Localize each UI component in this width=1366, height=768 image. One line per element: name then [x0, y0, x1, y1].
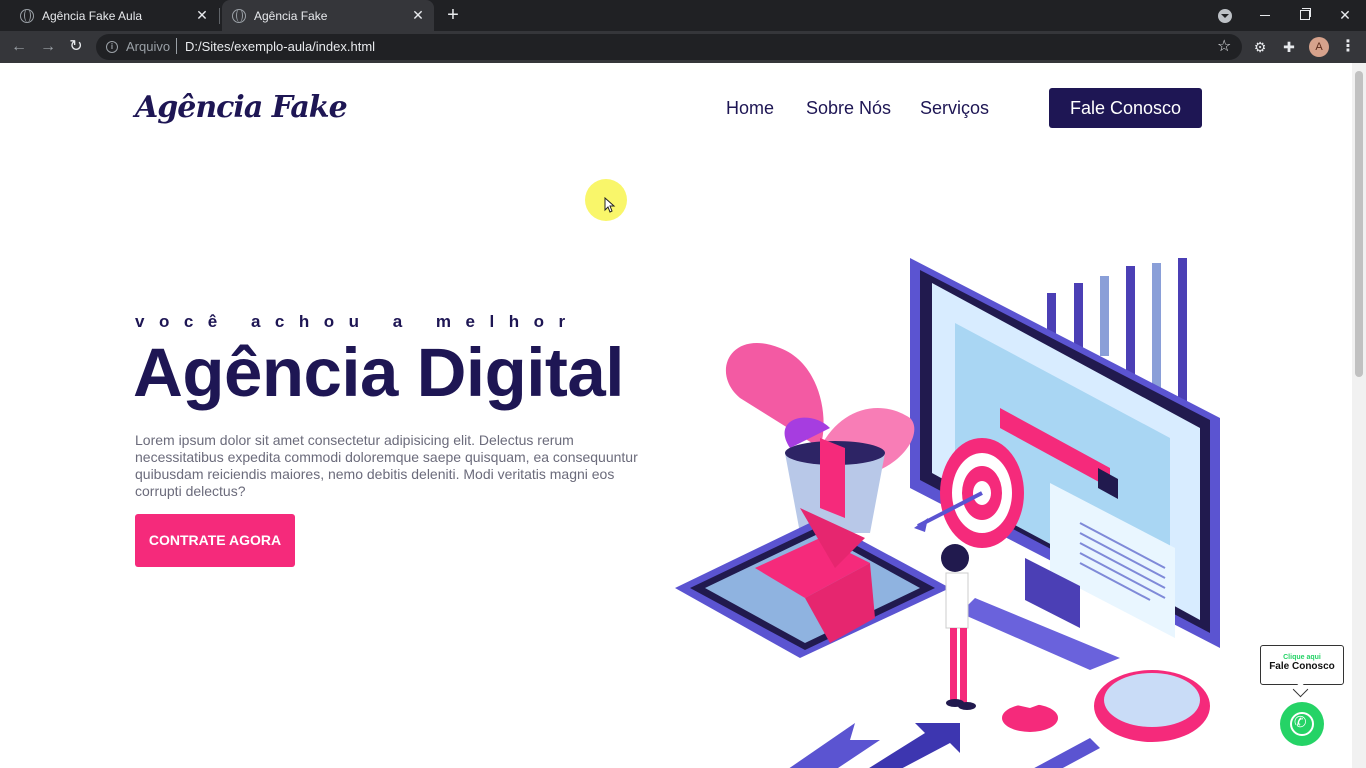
extension-gear-icon[interactable]: ⚙: [1252, 39, 1268, 55]
tab-agencia-fake-aula[interactable]: Agência Fake Aula ✕: [8, 0, 218, 31]
close-icon[interactable]: ✕: [194, 7, 210, 23]
new-tab-button[interactable]: +: [444, 4, 462, 26]
tab-title: Agência Fake: [254, 8, 328, 23]
forward-button[interactable]: →: [36, 35, 60, 59]
bookmark-star-icon[interactable]: ☆: [1217, 37, 1231, 57]
address-scheme: Arquivo: [126, 39, 171, 54]
hero-title: Agência Digital: [133, 334, 624, 411]
whatsapp-tooltip-label: Fale Conosco: [1269, 661, 1335, 672]
tab-title: Agência Fake Aula: [42, 8, 143, 23]
address-bar[interactable]: i Arquivo D:/Sites/exemplo-aula/index.ht…: [96, 34, 1242, 60]
digital-marketing-illustration: [675, 258, 1220, 768]
tab-agencia-fake[interactable]: Agência Fake ✕: [222, 0, 434, 31]
nav-link-home[interactable]: Home: [726, 98, 774, 119]
page-scrollbar[interactable]: [1352, 63, 1366, 768]
info-icon[interactable]: i: [106, 41, 118, 53]
contrate-agora-button[interactable]: CONTRATE AGORA: [135, 514, 295, 567]
scrollbar-thumb[interactable]: [1355, 71, 1363, 377]
tab-search-icon[interactable]: [1218, 9, 1232, 23]
hero-description: Lorem ipsum dolor sit amet consectetur a…: [135, 432, 638, 499]
whatsapp-icon: [1290, 712, 1314, 736]
page-viewport: Agência Fake Home Sobre Nós Serviços Fal…: [0, 63, 1352, 768]
address-url[interactable]: D:/Sites/exemplo-aula/index.html: [185, 39, 375, 54]
whatsapp-button[interactable]: [1280, 702, 1324, 746]
pie-chart-graphic: [1002, 695, 1058, 732]
close-icon[interactable]: ✕: [410, 7, 426, 23]
fale-conosco-button[interactable]: Fale Conosco: [1049, 88, 1202, 128]
hero-pretitle: você achou a melhor: [135, 312, 580, 331]
arrows-graphic: [789, 723, 960, 768]
minimize-button[interactable]: [1254, 4, 1276, 26]
back-button[interactable]: ←: [7, 35, 31, 59]
address-separator: [176, 38, 177, 54]
window-close-button[interactable]: ✕: [1334, 4, 1356, 26]
browser-tab-bar: Agência Fake Aula ✕ Agência Fake ✕ + ✕: [0, 0, 1366, 31]
nav-link-sobre-nos[interactable]: Sobre Nós: [806, 98, 891, 119]
nav-link-servicos[interactable]: Serviços: [920, 98, 989, 119]
browser-toolbar: ← → ↻ i Arquivo D:/Sites/exemplo-aula/in…: [0, 31, 1366, 63]
reload-button[interactable]: ↻: [64, 35, 88, 59]
globe-icon: [20, 8, 34, 23]
whatsapp-tooltip[interactable]: Clique aqui Fale Conosco: [1260, 645, 1344, 685]
browser-menu-icon[interactable]: ⋮: [1340, 37, 1356, 57]
globe-icon: [232, 8, 246, 23]
site-logo[interactable]: Agência Fake: [135, 90, 348, 125]
person-graphic: [941, 544, 976, 710]
extensions-puzzle-icon[interactable]: ✚: [1281, 39, 1297, 55]
profile-avatar[interactable]: A: [1309, 37, 1329, 57]
tab-divider: [219, 8, 220, 24]
whatsapp-tooltip-hint: Clique aqui: [1283, 654, 1321, 661]
restore-button[interactable]: [1293, 4, 1315, 26]
